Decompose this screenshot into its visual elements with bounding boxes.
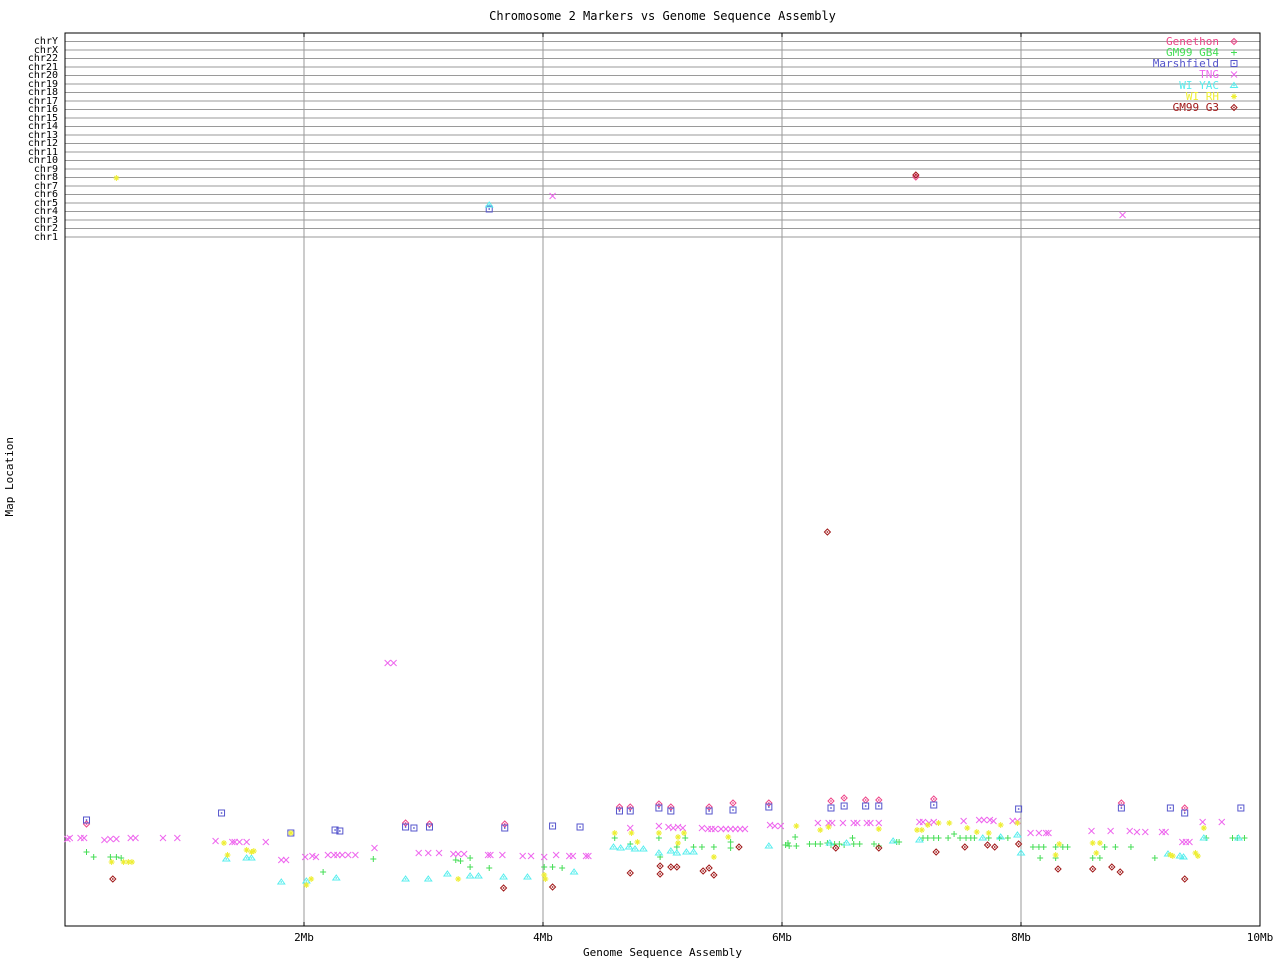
gm99-g3-marker-icon (1230, 103, 1238, 112)
gm99-gb4-marker-icon (1231, 49, 1237, 56)
chromosome-label-chr1: chr1 (33, 231, 58, 243)
y-axis-chromosome-labels: chrY chrX chr22 chr21 chr20 chr19 chr18 chr17 ch… (0, 0, 60, 300)
series-gm99-gb4 (83, 831, 1248, 875)
wi-rh-marker-icon (1231, 93, 1237, 100)
legend-entry-marshfield: Marshfield (1153, 58, 1242, 69)
series-gm99-g3 (109, 171, 1189, 892)
series-tng (64, 192, 1226, 864)
plot-area (64, 32, 1261, 927)
series-wi-yac (221, 201, 1243, 885)
legend-label: GM99 G3 (1172, 101, 1219, 114)
wi-yac-marker-icon (1229, 81, 1239, 88)
marshfield-marker-icon (1230, 60, 1238, 67)
series-wi-rh (108, 175, 1207, 888)
genethon-marker-icon (1230, 37, 1238, 46)
legend-entry-gm99-g3: GM99 G3 (1153, 102, 1242, 113)
series-marshfield (83, 205, 1245, 837)
legend: Genethon GM99 GB4 Marshfield TNG WI YAC WI RH… (1153, 36, 1242, 113)
gridlines (65, 33, 1260, 926)
series-genethon (82, 173, 1189, 828)
tng-marker-icon (1230, 71, 1238, 78)
plot-border (64, 32, 1261, 927)
chart-canvas: Chromosome 2 Markers vs Genome Sequence … (0, 0, 1280, 960)
